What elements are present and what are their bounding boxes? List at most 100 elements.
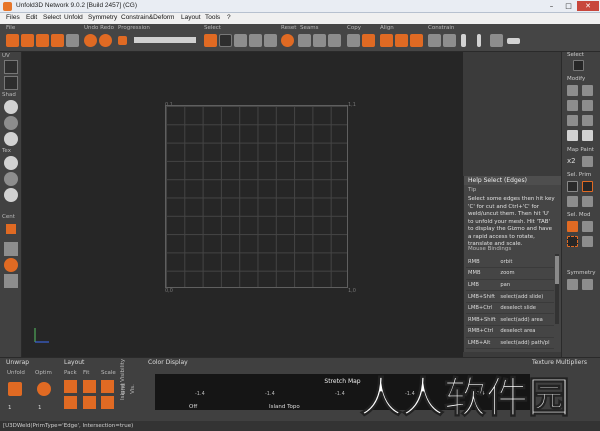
island-visibility-label: Island Visibility (120, 358, 126, 400)
fit-button[interactable] (83, 380, 96, 393)
wire-sphere-icon[interactable] (4, 132, 18, 146)
texture-sphere-icon[interactable] (4, 156, 18, 170)
island-mode-icon[interactable] (582, 196, 593, 207)
scale-button[interactable] (101, 380, 114, 393)
redo-icon[interactable] (99, 34, 112, 47)
symmetry-x-icon[interactable] (567, 279, 578, 290)
select-ring-icon[interactable] (264, 34, 277, 47)
scrollbar-thumb[interactable] (555, 256, 559, 284)
align-left-icon[interactable] (380, 34, 393, 47)
edge-mode-icon[interactable] (582, 181, 593, 192)
minimize-button[interactable]: – (543, 1, 560, 11)
uv-view-icon[interactable] (4, 60, 18, 74)
reset-icon[interactable] (281, 34, 294, 47)
shaded-sphere-icon[interactable] (4, 100, 18, 114)
stop-icon[interactable] (118, 36, 127, 45)
display-off-option[interactable]: Off (189, 404, 197, 410)
move-icon[interactable] (567, 85, 578, 96)
color-display-section-label[interactable]: Color Display (148, 359, 188, 366)
export-icon[interactable] (66, 34, 79, 47)
constrain-v-icon[interactable] (477, 34, 481, 47)
save-icon[interactable] (36, 34, 49, 47)
tip-label: Tip (468, 187, 477, 193)
menu-help[interactable]: ? (227, 14, 231, 21)
vertex-mode-icon[interactable] (567, 181, 578, 192)
binding-key: LMB+Ctrl (466, 302, 499, 315)
binding-action: deselect slide (498, 302, 554, 315)
island-topo-option[interactable]: Island Topo (269, 404, 300, 410)
pack-button[interactable] (64, 380, 77, 393)
symmetry-y-icon[interactable] (582, 279, 593, 290)
face-mode-icon[interactable] (567, 196, 578, 207)
new-icon[interactable] (6, 34, 19, 47)
auto-seam-icon[interactable] (328, 34, 341, 47)
select-grow-icon[interactable] (234, 34, 247, 47)
maximize-button[interactable]: □ (560, 1, 577, 11)
unfold-iterations[interactable]: 1 (8, 405, 12, 411)
deselect-icon[interactable] (204, 34, 217, 47)
optimize-button[interactable] (37, 382, 51, 396)
select-cursor-icon[interactable] (573, 60, 584, 71)
frame-icon[interactable] (4, 242, 18, 256)
rotate-icon[interactable] (582, 85, 593, 96)
sel-ring-icon[interactable] (582, 221, 593, 232)
scale-factor[interactable]: x2 (567, 157, 576, 165)
layout-section-label[interactable]: Layout (64, 359, 84, 366)
center-icon[interactable] (6, 224, 16, 234)
unwrap-section-label[interactable]: Unwrap (6, 359, 29, 366)
menu-edit[interactable]: Edit (26, 14, 37, 21)
texture-multipliers-section-label[interactable]: Texture Multipliers (532, 359, 587, 366)
help-panel-title[interactable]: Help Select (Edges) (464, 176, 562, 185)
optim-iterations[interactable]: 1 (38, 405, 42, 411)
menu-tools[interactable]: Tools (205, 14, 220, 21)
pin-icon[interactable] (428, 34, 441, 47)
paint-icon[interactable] (582, 156, 593, 167)
flat-sphere-icon[interactable] (4, 116, 18, 130)
scale-uniform-button[interactable] (101, 396, 114, 409)
pack-together-button[interactable] (64, 396, 77, 409)
uv-optimize-icon[interactable] (582, 130, 593, 141)
checker-icon[interactable] (4, 274, 18, 288)
menu-symmetry[interactable]: Symmetry (88, 14, 117, 21)
weld-seam-icon[interactable] (313, 34, 326, 47)
select-loop-icon[interactable] (249, 34, 262, 47)
sel-loop-icon[interactable] (567, 221, 578, 232)
unfold-button[interactable] (8, 382, 22, 396)
straighten-icon[interactable] (507, 38, 520, 44)
close-button[interactable]: ✕ (577, 1, 599, 11)
grid-sphere-icon[interactable] (4, 188, 18, 202)
uv-unfold-icon[interactable] (567, 130, 578, 141)
uv-split-icon[interactable] (4, 76, 18, 90)
refresh-icon[interactable] (4, 258, 18, 272)
flip-icon[interactable] (582, 100, 593, 111)
save-as-icon[interactable] (51, 34, 64, 47)
fit-origin-button[interactable] (83, 396, 96, 409)
scale-icon[interactable] (567, 100, 578, 111)
checker-sphere-icon[interactable] (4, 172, 18, 186)
menu-unfold[interactable]: Unfold (64, 14, 83, 21)
open-icon[interactable] (21, 34, 34, 47)
sel-lasso-icon[interactable] (582, 236, 593, 247)
menu-select[interactable]: Select (43, 14, 61, 21)
undo-icon[interactable] (84, 34, 97, 47)
uv-viewport[interactable]: 0,1 1,1 0,0 1,0 (22, 52, 463, 357)
cut-seam-icon[interactable] (298, 34, 311, 47)
constrain-free-icon[interactable] (490, 34, 503, 47)
menu-constrain-deform[interactable]: Constrain&Deform (121, 14, 174, 21)
help-scrollbar[interactable] (555, 254, 559, 324)
menu-layout[interactable]: Layout (181, 14, 201, 21)
align-center-icon[interactable] (410, 34, 423, 47)
copy-icon[interactable] (347, 34, 360, 47)
align-right-icon[interactable] (395, 34, 408, 47)
unpin-icon[interactable] (443, 34, 456, 47)
select-all-icon[interactable] (219, 34, 232, 47)
mirror-v-icon[interactable] (582, 115, 593, 126)
group-copy-label: Copy (347, 25, 361, 31)
group-select-label: Select (204, 25, 221, 31)
sel-box-icon[interactable] (567, 236, 578, 247)
paste-icon[interactable] (362, 34, 375, 47)
group-align-label: Align (380, 25, 394, 31)
mirror-u-icon[interactable] (567, 115, 578, 126)
constrain-u-icon[interactable] (461, 34, 466, 47)
menu-files[interactable]: Files (6, 14, 20, 21)
